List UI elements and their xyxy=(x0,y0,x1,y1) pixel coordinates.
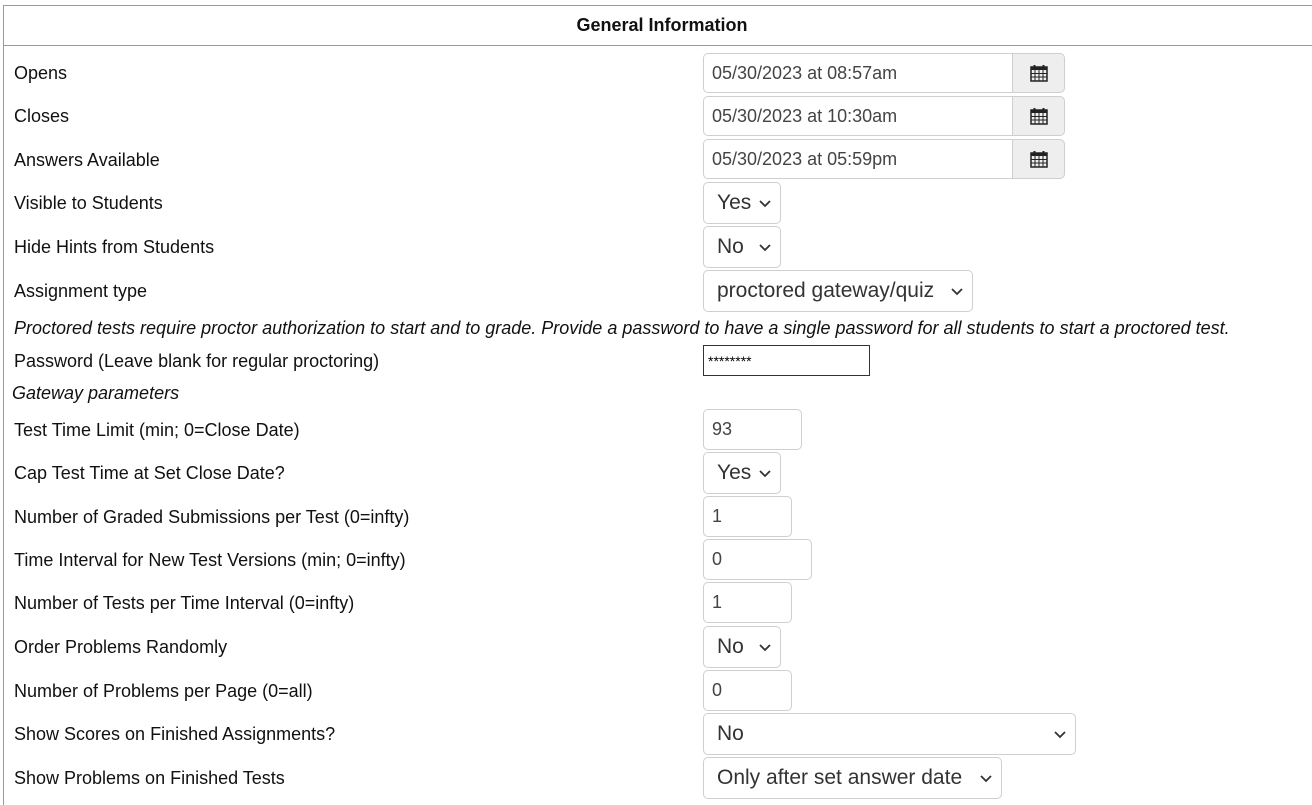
answers-date-input[interactable] xyxy=(703,139,1012,179)
answers-calendar-button[interactable] xyxy=(1012,139,1065,179)
chevron-down-icon xyxy=(1054,731,1066,739)
closes-date-input[interactable] xyxy=(703,96,1012,136)
calendar-icon xyxy=(1029,151,1048,168)
closes-label: Closes xyxy=(14,106,70,126)
assignment-type-value: proctored gateway/quiz xyxy=(717,279,935,302)
visible-to-students-value: Yes xyxy=(717,191,752,214)
answers-available-label: Answers Available xyxy=(14,150,160,170)
hide-hints-select[interactable]: No xyxy=(703,226,781,268)
visible-to-students-label: Visible to Students xyxy=(14,193,163,213)
tests-per-interval-label: Number of Tests per Time Interval (0=inf… xyxy=(14,593,355,613)
chevron-down-icon xyxy=(759,244,771,252)
graded-submissions-label: Number of Graded Submissions per Test (0… xyxy=(14,507,410,527)
chevron-down-icon xyxy=(759,470,771,478)
chevron-down-icon xyxy=(951,288,963,296)
test-time-limit-label: Test Time Limit (min; 0=Close Date) xyxy=(14,420,300,440)
password-input[interactable] xyxy=(703,345,870,376)
cap-test-time-value: Yes xyxy=(717,461,752,484)
calendar-icon xyxy=(1029,108,1048,125)
answers-date-group xyxy=(703,139,1065,179)
test-time-limit-input[interactable] xyxy=(703,409,802,450)
chevron-down-icon xyxy=(759,200,771,208)
time-interval-label: Time Interval for New Test Versions (min… xyxy=(14,550,406,570)
hide-hints-label: Hide Hints from Students xyxy=(14,237,215,257)
graded-submissions-input[interactable] xyxy=(703,496,792,537)
opens-calendar-button[interactable] xyxy=(1012,53,1065,93)
show-scores-select[interactable]: No xyxy=(703,713,1076,755)
assignment-type-select[interactable]: proctored gateway/quiz xyxy=(703,270,973,312)
order-randomly-select[interactable]: No xyxy=(703,626,781,668)
visible-to-students-select[interactable]: Yes xyxy=(703,182,781,224)
gateway-parameters-heading: Gateway parameters xyxy=(12,383,180,403)
time-interval-input[interactable] xyxy=(703,539,812,580)
tests-per-interval-input[interactable] xyxy=(703,582,792,623)
chevron-down-icon xyxy=(759,644,771,652)
hide-hints-value: No xyxy=(717,235,744,258)
problems-per-page-label: Number of Problems per Page (0=all) xyxy=(14,681,313,701)
password-label: Password (Leave blank for regular procto… xyxy=(14,351,380,371)
chevron-down-icon xyxy=(980,775,992,783)
assignment-type-label: Assignment type xyxy=(14,281,148,301)
opens-date-input[interactable] xyxy=(703,53,1012,93)
show-problems-label: Show Problems on Finished Tests xyxy=(14,768,285,788)
proctor-note: Proctored tests require proctor authoriz… xyxy=(14,318,1230,338)
opens-label: Opens xyxy=(14,63,68,83)
order-randomly-value: No xyxy=(717,635,744,658)
calendar-icon xyxy=(1029,65,1048,82)
show-scores-value: No xyxy=(717,722,744,745)
problems-per-page-input[interactable] xyxy=(703,670,792,711)
cap-test-time-label: Cap Test Time at Set Close Date? xyxy=(14,463,285,483)
closes-date-group xyxy=(703,96,1065,136)
opens-date-group xyxy=(703,53,1065,93)
order-randomly-label: Order Problems Randomly xyxy=(14,637,228,657)
panel-title: General Information xyxy=(576,15,748,35)
show-problems-value: Only after set answer date xyxy=(717,766,963,789)
show-scores-label: Show Scores on Finished Assignments? xyxy=(14,724,336,744)
cap-test-time-select[interactable]: Yes xyxy=(703,452,781,494)
panel-header: General Information xyxy=(3,5,1312,46)
closes-calendar-button[interactable] xyxy=(1012,96,1065,136)
show-problems-select[interactable]: Only after set answer date xyxy=(703,757,1002,799)
